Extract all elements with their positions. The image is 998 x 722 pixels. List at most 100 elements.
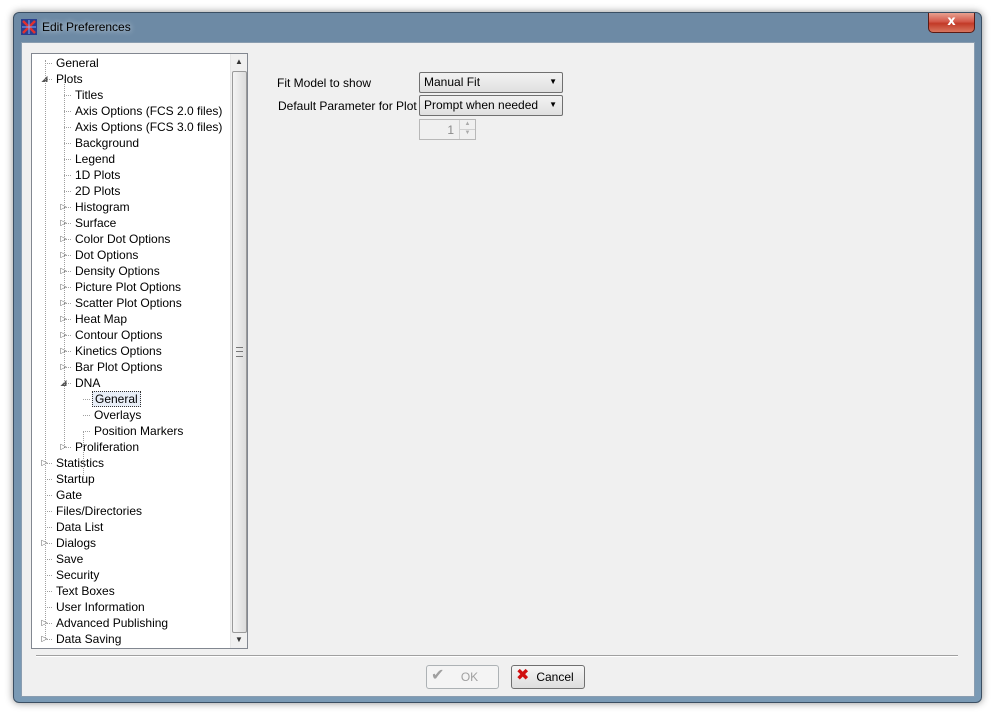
- tree-connector: [83, 415, 90, 416]
- tree-item[interactable]: Contour Options: [73, 327, 164, 343]
- tree-item[interactable]: Dot Options: [73, 247, 140, 263]
- fit-model-label: Fit Model to show: [277, 76, 372, 90]
- tree-item[interactable]: Axis Options (FCS 3.0 files): [73, 119, 224, 135]
- tree-item-label: Files/Directories: [56, 504, 143, 518]
- tree-item[interactable]: Plots: [54, 71, 85, 87]
- tree-item[interactable]: Startup: [54, 471, 97, 487]
- tree-connector: [64, 111, 71, 112]
- cancel-button[interactable]: ✖ Cancel: [511, 665, 585, 689]
- tree-item-label: Gate: [56, 488, 83, 502]
- default-parameter-label: Default Parameter for Plot: [278, 99, 417, 113]
- chevron-down-icon: ▼: [549, 77, 557, 86]
- tree-item[interactable]: Surface: [73, 215, 118, 231]
- ok-button[interactable]: ✔ OK: [426, 665, 499, 689]
- spin-down-icon[interactable]: ▼: [460, 129, 475, 138]
- tree-item[interactable]: 1D Plots: [73, 167, 122, 183]
- scroll-up-icon[interactable]: ▲: [231, 54, 247, 70]
- tree-item-label: Data List: [56, 520, 104, 534]
- default-parameter-value: Prompt when needed: [424, 98, 539, 112]
- tree-guide-plots: [64, 79, 65, 447]
- tree-item-label: Position Markers: [94, 424, 184, 438]
- tree-connector: [45, 511, 52, 512]
- tree-item[interactable]: Axis Options (FCS 2.0 files): [73, 103, 224, 119]
- window-title: Edit Preferences: [42, 20, 131, 34]
- tree-item[interactable]: Save: [54, 551, 85, 567]
- tree-item-label: Kinetics Options: [75, 344, 162, 358]
- tree-connector: [64, 175, 71, 176]
- tree-item[interactable]: General: [54, 55, 101, 71]
- tree-item-label: Picture Plot Options: [75, 280, 182, 294]
- tree-item[interactable]: Density Options: [73, 263, 162, 279]
- ok-button-label: OK: [460, 670, 479, 684]
- tree-item[interactable]: Scatter Plot Options: [73, 295, 184, 311]
- fit-model-select[interactable]: Manual Fit ▼: [419, 72, 563, 93]
- tree-item[interactable]: Security: [54, 567, 101, 583]
- tree-item-label: Overlays: [94, 408, 142, 422]
- tree-item[interactable]: 2D Plots: [73, 183, 122, 199]
- tree-item[interactable]: Kinetics Options: [73, 343, 164, 359]
- tree-item-label: Advanced Publishing: [56, 616, 169, 630]
- tree-item[interactable]: Histogram: [73, 199, 132, 215]
- tree-item[interactable]: User Information: [54, 599, 147, 615]
- tree-item-label: Dot Options: [75, 248, 139, 262]
- close-button[interactable]: x: [928, 13, 975, 33]
- tree-item-label: General: [92, 391, 141, 407]
- tree-item[interactable]: Files/Directories: [54, 503, 144, 519]
- tree-item-label: Axis Options (FCS 3.0 files): [75, 120, 223, 134]
- tree-item-label: Axis Options (FCS 2.0 files): [75, 104, 223, 118]
- tree-connector: [64, 127, 71, 128]
- fit-model-value: Manual Fit: [424, 75, 481, 89]
- tree-item-label: Contour Options: [75, 328, 163, 342]
- tree-item[interactable]: Data List: [54, 519, 105, 535]
- title-bar[interactable]: Edit Preferences x: [14, 13, 981, 41]
- parameter-number-stepper[interactable]: 1 ▲ ▼: [419, 119, 476, 140]
- tree-connector: [83, 399, 90, 400]
- tree-item-label: Histogram: [75, 200, 130, 214]
- tree-connector: [45, 559, 52, 560]
- tree-item-label: Background: [75, 136, 140, 150]
- tree-connector: [83, 431, 90, 432]
- scroll-down-icon[interactable]: ▼: [231, 632, 247, 648]
- tree-item[interactable]: Position Markers: [92, 423, 185, 439]
- tree-item[interactable]: DNA: [73, 375, 102, 391]
- tree-item-label: User Information: [56, 600, 145, 614]
- tree-item-label: Surface: [75, 216, 117, 230]
- tree-item[interactable]: Statistics: [54, 455, 106, 471]
- tree-item[interactable]: Bar Plot Options: [73, 359, 164, 375]
- preferences-tree[interactable]: ▲ ▼ General Plots ◢ Titles Axis Options (FCS…: [31, 53, 248, 649]
- default-parameter-select[interactable]: Prompt when needed ▼: [419, 95, 563, 116]
- chevron-down-icon: ▼: [549, 100, 557, 109]
- tree-guide-dna: [83, 431, 84, 479]
- tree-connector: [45, 495, 52, 496]
- tree-item[interactable]: Dialogs: [54, 535, 98, 551]
- tree-item[interactable]: General: [92, 391, 141, 407]
- tree-connector: [64, 95, 71, 96]
- grip-icon: [236, 347, 243, 357]
- tree-item-label: 1D Plots: [75, 168, 121, 182]
- tree-item[interactable]: Heat Map: [73, 311, 129, 327]
- tree-item[interactable]: Legend: [73, 151, 117, 167]
- tree-item[interactable]: Picture Plot Options: [73, 279, 183, 295]
- tree-item[interactable]: Advanced Publishing: [54, 615, 170, 631]
- tree-item[interactable]: Text Boxes: [54, 583, 117, 599]
- tree-item[interactable]: Data Saving: [54, 631, 123, 647]
- tree-item-label: Text Boxes: [56, 584, 115, 598]
- tree-item[interactable]: Color Dot Options: [73, 231, 172, 247]
- tree-item-label: Density Options: [75, 264, 160, 278]
- tree-scrollbar[interactable]: ▲ ▼: [230, 54, 247, 648]
- tree-item[interactable]: Overlays: [92, 407, 143, 423]
- tree-item[interactable]: Background: [73, 135, 141, 151]
- scrollbar-thumb[interactable]: [232, 71, 247, 633]
- tree-item-label: Legend: [75, 152, 116, 166]
- tree-connector: [45, 479, 52, 480]
- close-icon: x: [947, 14, 956, 29]
- app-logo-icon: [21, 19, 37, 35]
- tree-item-label: Scatter Plot Options: [75, 296, 182, 310]
- cancel-button-label: Cancel: [536, 670, 574, 684]
- tree-item-label: Dialogs: [56, 536, 97, 550]
- tree-connector: [45, 63, 52, 64]
- tree-item-label: Data Saving: [56, 632, 122, 646]
- dialog-client-area: ▲ ▼ General Plots ◢ Titles Axis Options (FCS…: [21, 42, 975, 697]
- tree-item[interactable]: Titles: [73, 87, 105, 103]
- tree-item[interactable]: Gate: [54, 487, 84, 503]
